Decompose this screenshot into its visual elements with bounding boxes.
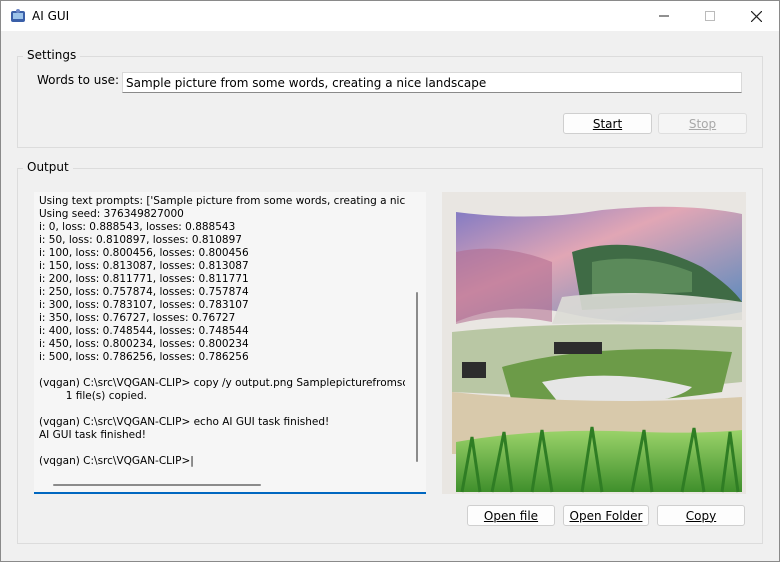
console-line: i: 0, loss: 0.888543, losses: 0.888543	[39, 221, 236, 233]
minimize-button[interactable]	[641, 1, 687, 31]
console-line: i: 350, loss: 0.76727, losses: 0.76727	[39, 312, 236, 324]
vertical-scrollbar[interactable]	[411, 192, 426, 478]
console-line: i: 250, loss: 0.757874, losses: 0.757874	[39, 286, 249, 298]
vertical-scrollbar-thumb[interactable]	[416, 292, 418, 462]
console-line: i: 100, loss: 0.800456, losses: 0.800456	[39, 247, 249, 259]
console-line: i: 300, loss: 0.783107, losses: 0.783107	[39, 299, 249, 311]
settings-group	[17, 56, 763, 148]
maximize-button[interactable]	[687, 1, 733, 31]
settings-group-label: Settings	[23, 48, 81, 62]
console-output[interactable]: Using text prompts: ['Sample picture fro…	[34, 192, 426, 494]
output-group-label: Output	[23, 160, 73, 174]
console-line: 1 file(s) copied.	[39, 390, 147, 402]
console-line: i: 150, loss: 0.813087, losses: 0.813087	[39, 260, 249, 272]
console-line: Using text prompts: ['Sample picture fro…	[39, 195, 405, 207]
close-button[interactable]	[733, 1, 779, 31]
start-button[interactable]: Start	[563, 113, 652, 134]
console-line: AI GUI task finished!	[39, 429, 146, 441]
console-line: i: 450, loss: 0.800234, losses: 0.800234	[39, 338, 249, 350]
console-line: i: 500, loss: 0.786256, losses: 0.786256	[39, 351, 249, 363]
window-title: AI GUI	[32, 9, 70, 23]
title-bar[interactable]: AI GUI	[1, 1, 779, 31]
maximize-icon	[705, 11, 715, 21]
console-line: Using seed: 376349827000	[39, 208, 184, 220]
console-line: (vqgan) C:\src\VQGAN-CLIP> copy /y outpu…	[39, 377, 405, 389]
words-input[interactable]	[122, 72, 742, 93]
console-line: (vqgan) C:\src\VQGAN-CLIP> echo AI GUI t…	[39, 416, 330, 428]
console-focus-underline	[34, 492, 426, 494]
open-folder-button[interactable]: Open Folder	[563, 505, 649, 526]
generated-landscape-image	[442, 192, 746, 494]
horizontal-scrollbar-thumb[interactable]	[53, 484, 261, 486]
console-line: i: 200, loss: 0.811771, losses: 0.811771	[39, 273, 249, 285]
console-text: Using text prompts: ['Sample picture fro…	[39, 195, 405, 477]
console-line: i: 400, loss: 0.748544, losses: 0.748544	[39, 325, 249, 337]
console-line: i: 50, loss: 0.810897, losses: 0.810897	[39, 234, 242, 246]
copy-button[interactable]: Copy	[657, 505, 745, 526]
generated-image	[442, 192, 746, 494]
console-line: (vqgan) C:\src\VQGAN-CLIP>|	[39, 455, 194, 467]
app-window: AI GUI Settings Words to use: Start Stop…	[0, 0, 780, 562]
open-file-button[interactable]: Open file	[467, 505, 555, 526]
minimize-icon	[659, 15, 669, 17]
words-label: Words to use:	[37, 73, 120, 87]
close-icon	[750, 10, 762, 22]
app-icon	[11, 9, 25, 22]
stop-button[interactable]: Stop	[658, 113, 747, 134]
